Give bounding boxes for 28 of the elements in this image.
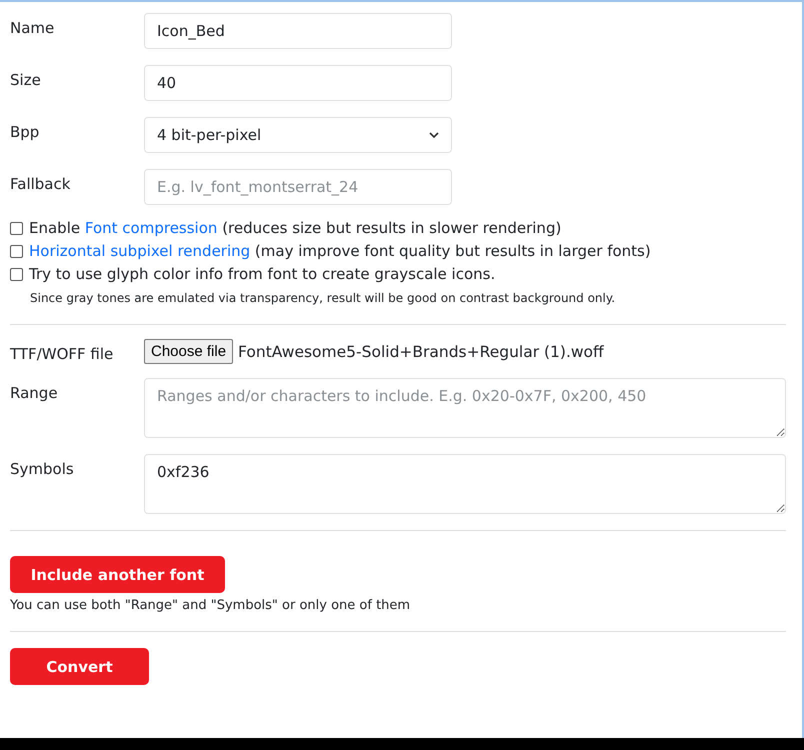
bpp-select[interactable]: 4 bit-per-pixel [144, 117, 452, 153]
caret-icon [429, 131, 439, 139]
file-name: FontAwesome5-Solid+Brands+Regular (1).woff [238, 342, 604, 360]
field-label: Fallback [10, 174, 72, 195]
field-label: Range [10, 383, 59, 404]
option-label: Enable Font compression (reduces size but results in slower rendering) [29, 218, 562, 239]
choose-file-button[interactable]: Choose file [144, 339, 234, 364]
checkbox[interactable] [10, 222, 23, 235]
input-field[interactable]: Icon_Bed [144, 13, 452, 49]
field-label: Size [10, 70, 42, 91]
help-link[interactable]: Horizontal subpixel rendering [29, 242, 250, 260]
option-label: Horizontal subpixel rendering (may improve font quality but results in larger fonts) [29, 241, 651, 262]
field-label: Bpp [10, 122, 40, 143]
options-note: Since gray tones are emulated via transparency, result will be good on contrast background only. [30, 290, 616, 306]
field-label: Name [10, 18, 56, 39]
input-field[interactable]: 40 [144, 65, 452, 101]
field-label: TTF/WOFF file [10, 344, 114, 365]
input-field[interactable]: E.g. lv_font_montserrat_24 [144, 169, 452, 205]
convert-button[interactable]: Convert [10, 648, 149, 685]
option-label: Try to use glyph color info from font to create grayscale icons. [29, 264, 496, 285]
checkbox[interactable] [10, 245, 23, 258]
symbols-field[interactable]: 0xf236 [144, 454, 786, 514]
checkbox[interactable] [10, 268, 23, 281]
hint-text: You can use both "Range" and "Symbols" or only one of them [10, 598, 412, 613]
include-font-button[interactable]: Include another font [10, 556, 225, 593]
help-link[interactable]: Font compression [84, 219, 218, 237]
range-field[interactable]: Ranges and/or characters to include. E.g. 0x20-0x7F, 0x200, 450 [144, 378, 786, 438]
field-label: Symbols [10, 459, 75, 480]
